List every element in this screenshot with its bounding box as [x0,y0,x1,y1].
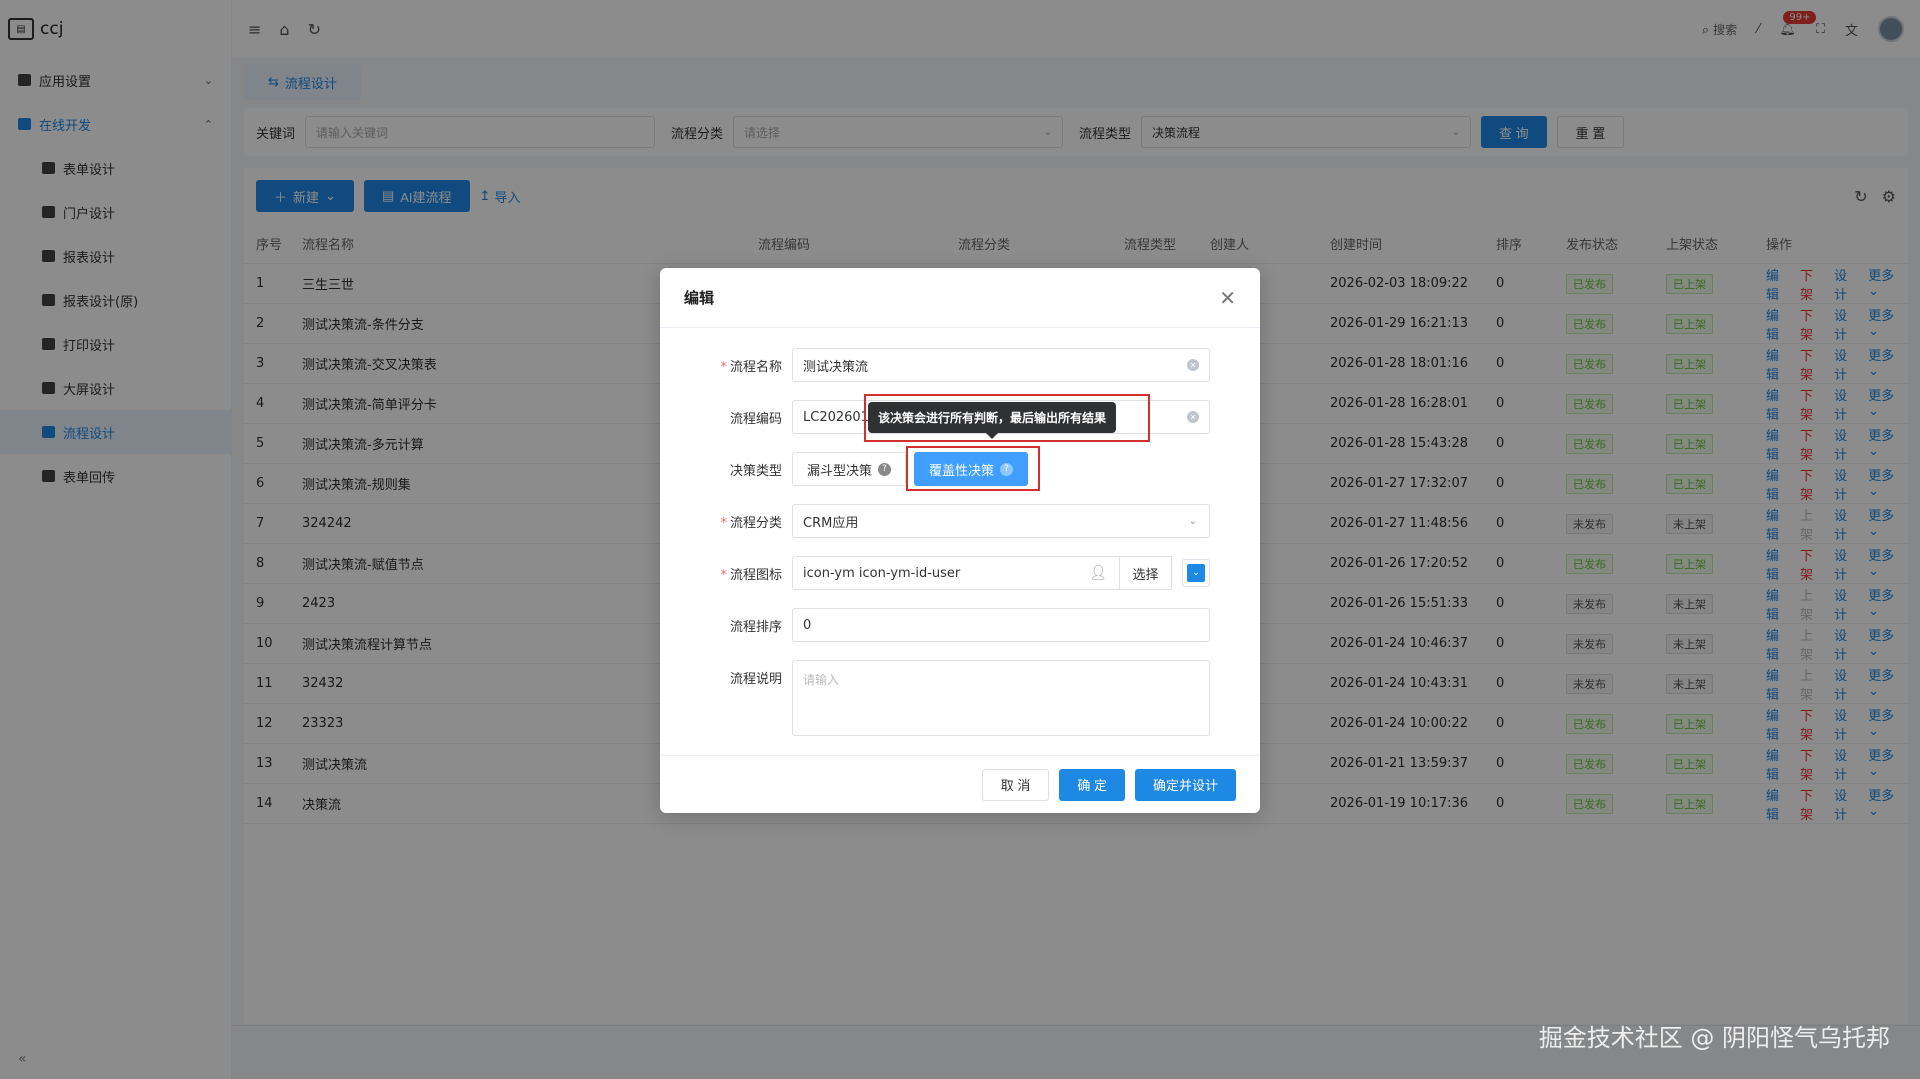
dialog-header: 编辑 ✕ [660,268,1260,328]
clear-icon[interactable]: ✕ [1187,359,1199,371]
desc-placeholder: 请输入 [803,673,840,687]
flow-icon-label: * 流程图标 [720,567,782,583]
highlight-box-tooltip [864,394,1150,442]
dialog-title: 编辑 [684,289,715,307]
flow-code-label: 流程编码 [729,411,782,427]
flow-sort-value: 0 [803,617,812,633]
flow-sort-label: 流程排序 [729,619,782,635]
flow-desc-row: 流程说明 请输入 [690,660,1210,736]
user-icon: 👤︎ [1089,565,1107,581]
ok-button[interactable]: 确 定 [1059,768,1125,801]
flow-name-input[interactable]: 测试决策流 ✕ [792,348,1210,382]
chevron-down-icon: ⌄ [1187,564,1205,582]
flow-category-label: * 流程分类 [720,515,782,531]
ok-and-design-button[interactable]: 确定并设计 [1134,768,1236,801]
flow-sort-input[interactable]: 0 [792,608,1210,642]
help-icon[interactable]: ? [878,462,892,476]
watermark: 掘金技术社区 @ 阴阳怪气乌托邦 [1538,1024,1890,1052]
color-picker[interactable]: ⌄ [1182,559,1210,587]
flow-desc-textarea[interactable]: 请输入 [792,660,1210,736]
funnel-label: 漏斗型决策 [807,463,873,479]
dialog-footer: 取 消 确 定 确定并设计 [660,755,1260,813]
flow-icon-value: icon-ym icon-ym-id-user [803,565,961,581]
flow-name-value: 测试决策流 [803,359,869,375]
highlight-box-option [906,446,1040,491]
cancel-button[interactable]: 取 消 [981,768,1050,801]
funnel-decision-option[interactable]: 漏斗型决策? [792,452,907,486]
clear-icon[interactable]: ✕ [1187,411,1199,423]
chevron-down-icon: ⌄ [1188,515,1197,527]
flow-name-label: * 流程名称 [720,359,782,375]
flow-category-row: * 流程分类 CRM应用 ⌄ [690,504,1210,538]
icon-select-button[interactable]: 选择 [1120,556,1172,590]
flow-desc-label: 流程说明 [729,672,782,687]
flow-icon-row: * 流程图标 icon-ym icon-ym-id-user 👤︎ 选择 ⌄ [690,556,1210,590]
close-icon[interactable]: ✕ [1219,286,1236,310]
flow-icon-input[interactable]: icon-ym icon-ym-id-user 👤︎ [792,556,1120,590]
flow-category-select[interactable]: CRM应用 ⌄ [792,504,1210,538]
flow-category-value: CRM应用 [803,515,859,531]
decision-type-label: 决策类型 [729,463,782,479]
edit-dialog: 编辑 ✕ * 流程名称 测试决策流 ✕ 流程编码 LC2026012 ✕ 决策类型 漏… [660,268,1260,813]
flow-sort-row: 流程排序 0 [690,608,1210,642]
flow-name-row: * 流程名称 测试决策流 ✕ [690,348,1210,382]
